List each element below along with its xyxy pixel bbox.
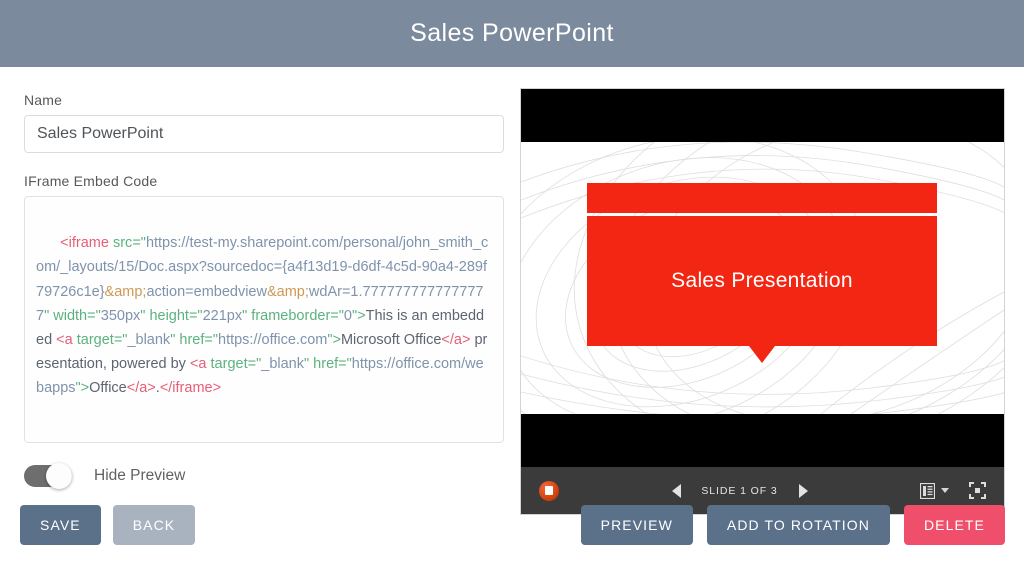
reading-view-icon — [920, 483, 935, 499]
letterbox-bottom — [521, 414, 1004, 469]
hide-preview-toggle-row[interactable]: Hide Preview — [24, 465, 505, 487]
iframe-embed-code-editor[interactable]: <iframe src="https://test-my.sharepoint.… — [24, 196, 504, 443]
name-label: Name — [24, 92, 505, 108]
code-tokens: <iframe src="https://test-my.sharepoint.… — [36, 235, 488, 396]
app-header: Sales PowerPoint — [0, 0, 1024, 67]
callout-header-band — [587, 183, 937, 213]
fullscreen-icon[interactable] — [969, 482, 986, 499]
slide-callout-shape: Sales Presentation — [587, 183, 937, 346]
slide-navigation: SLIDE 1 OF 3 — [559, 484, 920, 498]
slide-counter: SLIDE 1 OF 3 — [698, 485, 782, 497]
powerpoint-logo-glyph — [545, 486, 553, 495]
iframe-embed-code-label: IFrame Embed Code — [24, 173, 505, 189]
chevron-down-icon — [941, 488, 949, 493]
hide-preview-label: Hide Preview — [94, 467, 185, 485]
letterbox-top — [521, 89, 1004, 142]
preview-pane: Sales Presentation SLIDE 1 OF 3 — [520, 88, 1005, 515]
save-button[interactable]: SAVE — [20, 505, 101, 545]
name-input[interactable] — [24, 115, 504, 153]
player-tools — [920, 482, 992, 499]
triangle-left-icon[interactable] — [672, 484, 681, 498]
back-button[interactable]: BACK — [113, 505, 196, 545]
slide-title: Sales Presentation — [671, 269, 853, 293]
content-area: Name IFrame Embed Code <iframe src="http… — [0, 67, 1024, 563]
reading-view-button[interactable] — [920, 483, 949, 499]
page-title: Sales PowerPoint — [410, 19, 614, 48]
slide-canvas: Sales Presentation — [521, 142, 1004, 414]
add-to-rotation-button[interactable]: ADD TO ROTATION — [707, 505, 890, 545]
toggle-knob — [46, 463, 72, 489]
powerpoint-preview[interactable]: Sales Presentation SLIDE 1 OF 3 — [520, 88, 1005, 515]
callout-tail — [749, 346, 775, 363]
form-actions: SAVE BACK — [20, 505, 195, 545]
delete-button[interactable]: DELETE — [904, 505, 1005, 545]
form-pane: Name IFrame Embed Code <iframe src="http… — [0, 67, 505, 487]
powerpoint-logo-icon — [539, 481, 559, 501]
hide-preview-toggle[interactable] — [24, 465, 72, 487]
callout-body: Sales Presentation — [587, 216, 937, 346]
preview-actions: PREVIEW ADD TO ROTATION DELETE — [581, 505, 1005, 545]
preview-button[interactable]: PREVIEW — [581, 505, 693, 545]
triangle-right-icon[interactable] — [799, 484, 808, 498]
